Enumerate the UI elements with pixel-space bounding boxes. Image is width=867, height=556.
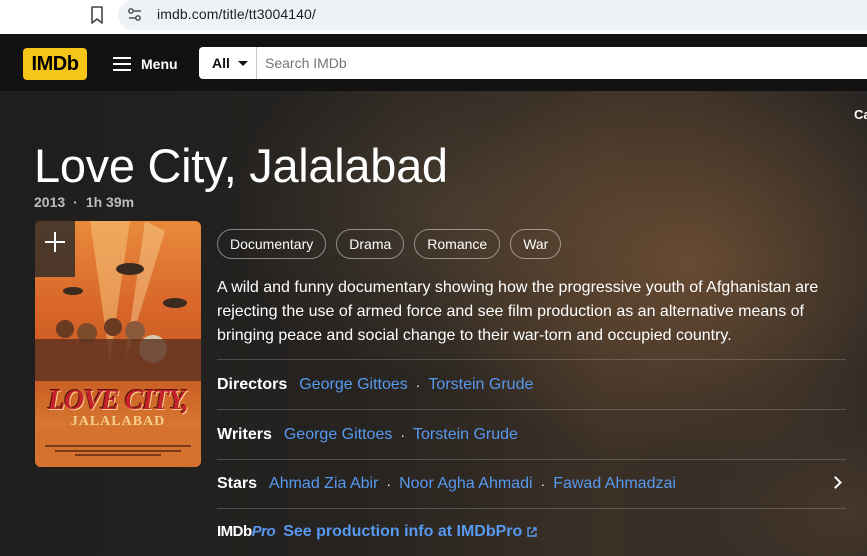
director-link[interactable]: Torstein Grude	[428, 376, 533, 394]
star-link[interactable]: Ahmad Zia Abir	[269, 475, 378, 493]
page-title: Love City, Jalalabad	[34, 139, 448, 192]
writer-link[interactable]: George Gittoes	[284, 426, 393, 444]
imdb-logo[interactable]: IMDb	[23, 48, 87, 80]
genre-chips: Documentary Drama Romance War	[217, 229, 562, 259]
url-text[interactable]: imdb.com/title/tt3004140/	[157, 6, 316, 22]
credit-label-stars[interactable]: Stars	[217, 475, 257, 493]
search-bar: All	[199, 47, 867, 79]
imdbpro-link[interactable]: See production info at IMDbPro	[283, 523, 522, 541]
poster-subtitle-text: JALALABAD	[70, 414, 166, 429]
menu-button[interactable]: Menu	[107, 48, 184, 80]
credit-separator: ·	[386, 476, 392, 492]
search-input[interactable]	[259, 47, 859, 79]
writer-link[interactable]: Torstein Grude	[413, 426, 518, 444]
credit-row-directors: Directors George Gittoes · Torstein Grud…	[217, 359, 846, 409]
title-meta: 2013 · 1h 39m	[34, 194, 134, 210]
plot-summary: A wild and funny documentary showing how…	[217, 279, 819, 344]
runtime: 1h 39m	[85, 194, 135, 210]
chevron-right-icon[interactable]	[829, 476, 842, 489]
site-info-icon[interactable]	[126, 6, 144, 24]
credit-separator: ·	[400, 426, 406, 443]
header-link-cut[interactable]: Ca	[854, 107, 867, 122]
credit-separator: ·	[415, 376, 421, 393]
bookmark-icon[interactable]	[88, 5, 106, 25]
search-category-label: All	[212, 55, 230, 71]
credit-label-directors[interactable]: Directors	[217, 376, 287, 394]
hamburger-icon	[113, 57, 133, 71]
credit-row-writers: Writers George Gittoes · Torstein Grude	[217, 409, 846, 459]
star-link[interactable]: Noor Agha Ahmadi	[399, 475, 532, 493]
browser-toolbar: imdb.com/title/tt3004140/	[0, 0, 867, 34]
credit-separator: ·	[540, 476, 546, 492]
meta-separator: ·	[73, 194, 78, 210]
star-link[interactable]: Fawad Ahmadzai	[553, 475, 676, 493]
imdbpro-row: IMDbPro See production info at IMDbPro	[217, 508, 846, 554]
caret-down-icon	[237, 60, 248, 66]
director-link[interactable]: George Gittoes	[299, 376, 408, 394]
genre-chip-war[interactable]: War	[510, 229, 562, 259]
menu-label: Menu	[141, 56, 178, 72]
site-header: IMDb Menu All	[0, 34, 867, 91]
poster-title-text: LOVE CITY,	[48, 385, 189, 416]
poster-credit-block	[45, 445, 191, 456]
add-watchlist-button[interactable]	[35, 221, 75, 277]
search-category-dropdown[interactable]: All	[199, 47, 257, 79]
genre-chip-romance[interactable]: Romance	[414, 229, 501, 259]
credit-row-stars[interactable]: Stars Ahmad Zia Abir · Noor Agha Ahmadi …	[217, 459, 846, 508]
imdbpro-logo[interactable]: IMDbPro	[217, 523, 276, 540]
credit-label-writers[interactable]: Writers	[217, 426, 272, 444]
release-year[interactable]: 2013	[34, 194, 65, 210]
genre-chip-documentary[interactable]: Documentary	[217, 229, 327, 259]
external-link-icon	[527, 526, 537, 537]
genre-chip-drama[interactable]: Drama	[336, 229, 405, 259]
